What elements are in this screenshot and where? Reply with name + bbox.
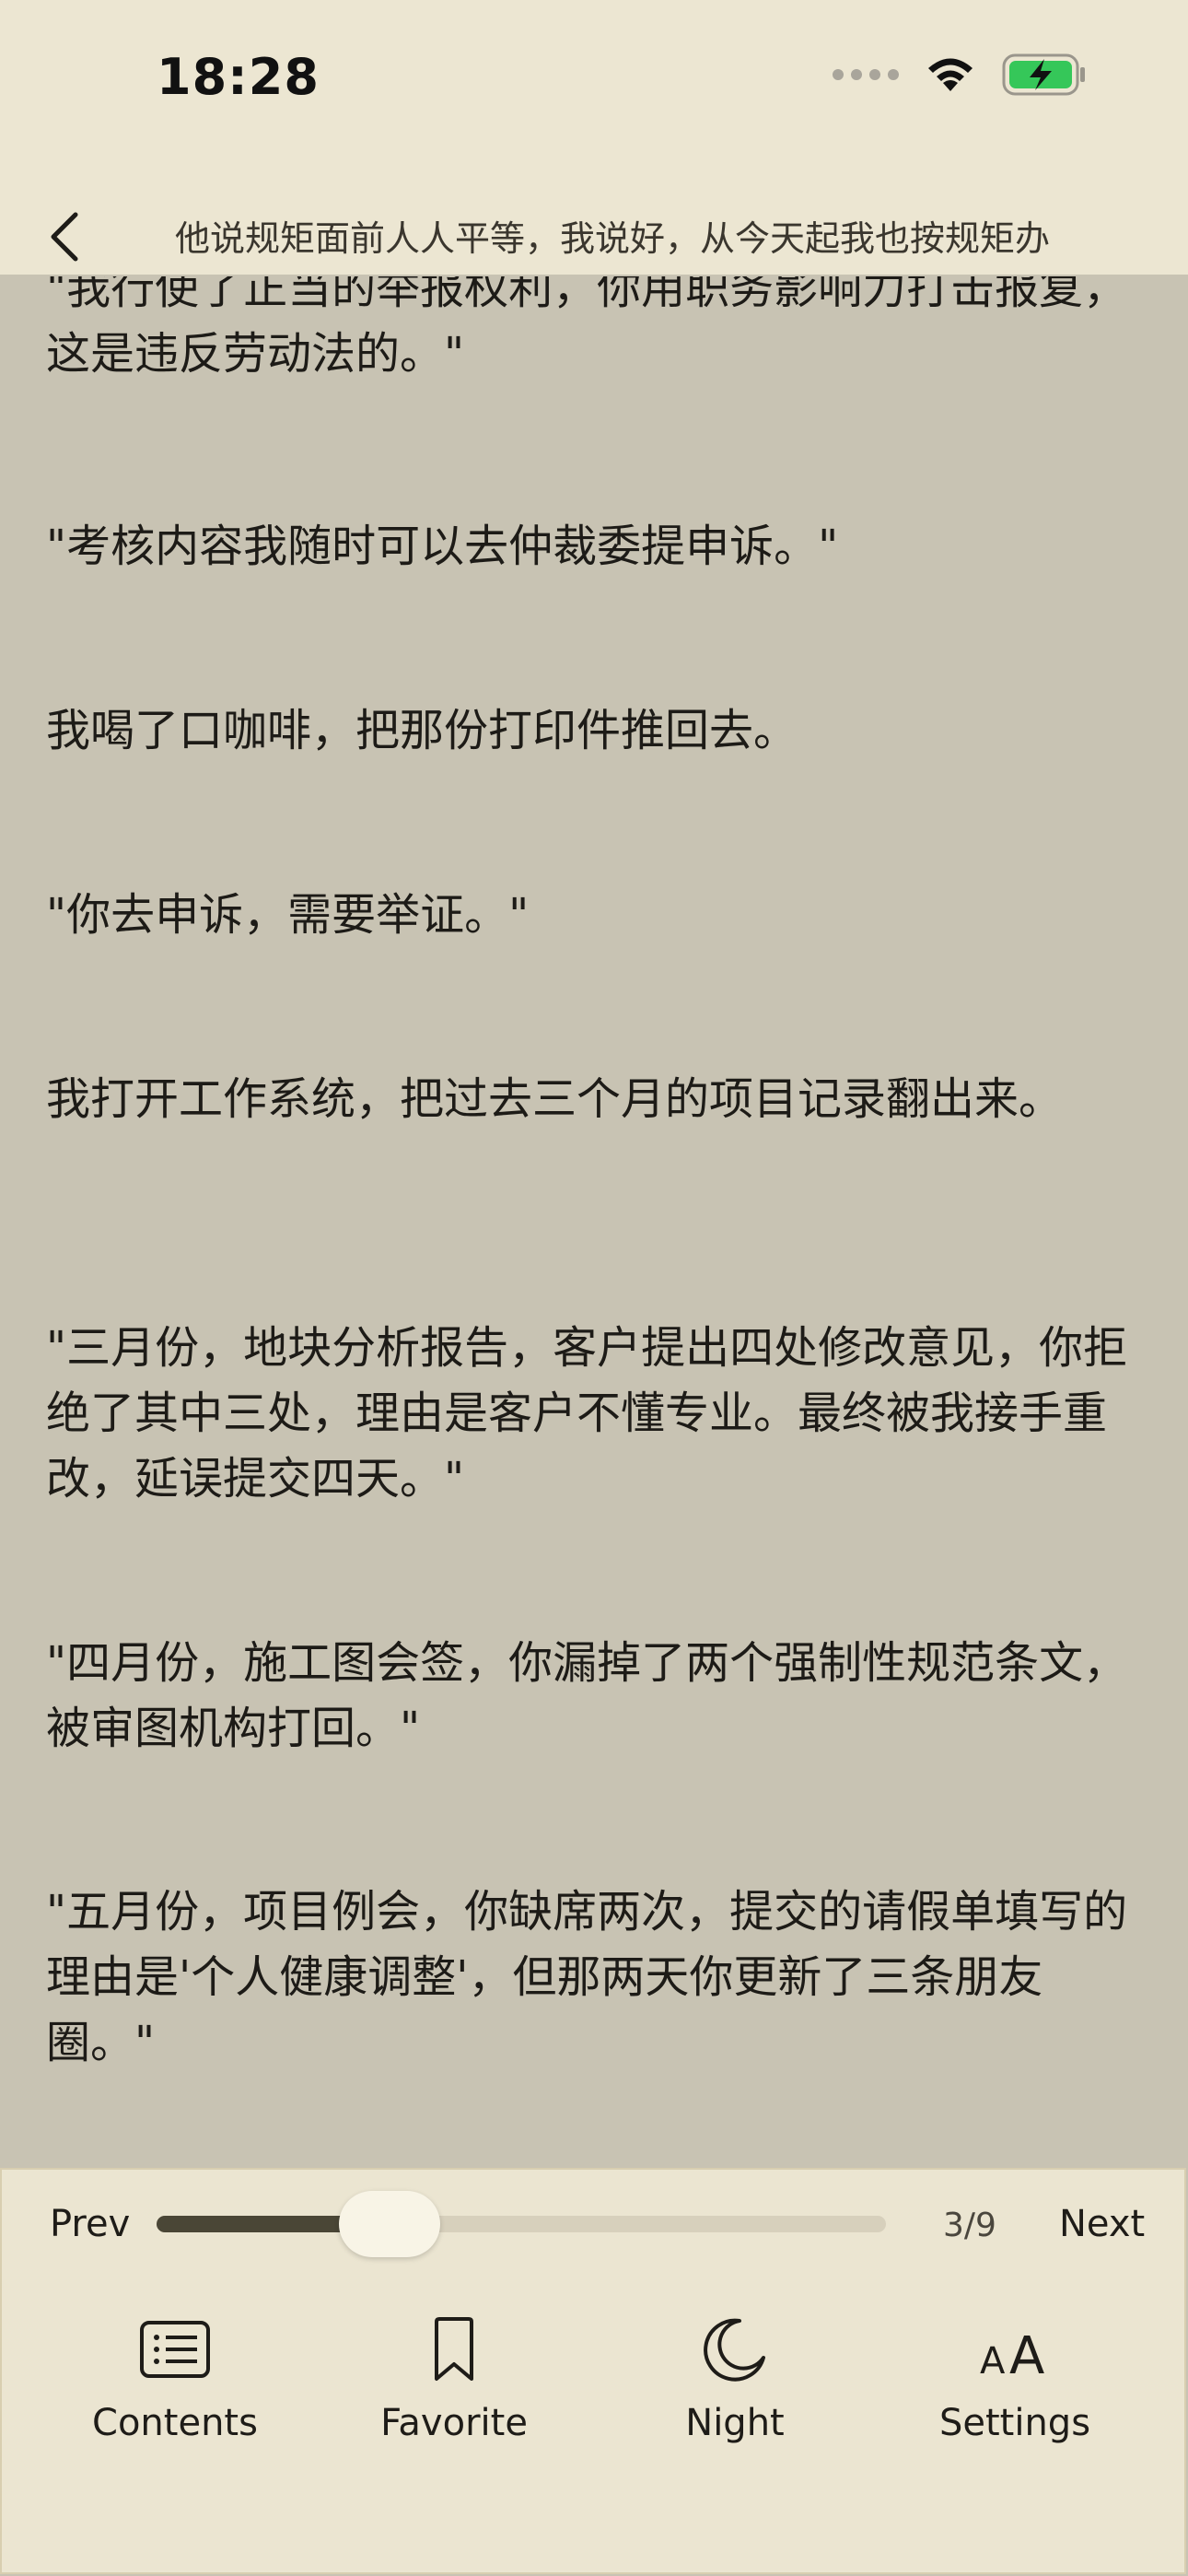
status-icons	[833, 53, 1087, 96]
svg-text:A: A	[980, 2340, 1006, 2377]
list-icon	[140, 2321, 210, 2378]
chevron-left-icon	[51, 212, 78, 262]
reader-control-panel: Prev 3/9 Next Contents Favorite Night A …	[0, 2168, 1186, 2574]
paragraph: "我行使了正当的举报权利，你用职务影响力打击报复，这是违反劳动法的。"	[46, 276, 1128, 380]
paragraph: 我打开工作系统，把过去三个月的项目记录翻出来。	[46, 1073, 1064, 1125]
night-label: Night	[685, 2402, 785, 2444]
status-time: 18:28	[157, 48, 320, 106]
settings-button[interactable]: A A Settings	[904, 2308, 1125, 2444]
progress-slider[interactable]	[157, 2191, 886, 2257]
top-bar: 18:28 他说规矩面前人人平等，我说好，从今天起我也按规矩办	[0, 0, 1188, 275]
moon-icon	[704, 2318, 765, 2382]
progress-thumb[interactable]	[339, 2191, 441, 2257]
prev-chapter-button[interactable]: Prev	[50, 2203, 130, 2245]
paragraph: "五月份，项目例会，你缺席两次，提交的请假单填写的理由是'个人健康调整'，但那两…	[46, 1886, 1128, 2068]
contents-button[interactable]: Contents	[64, 2308, 285, 2444]
next-chapter-button[interactable]: Next	[1059, 2203, 1145, 2245]
favorite-label: Favorite	[380, 2402, 528, 2444]
paragraph: "三月份，地块分析报告，客户提出四处修改意见，你拒绝了其中三处，理由是客户不懂专…	[46, 1322, 1128, 1505]
cellular-signal-icon	[833, 69, 899, 80]
bookmark-icon	[435, 2317, 473, 2381]
wifi-icon	[923, 54, 978, 95]
settings-label: Settings	[938, 2402, 1091, 2444]
page-indicator: 3/9	[943, 2207, 996, 2244]
chapter-title: 他说规矩面前人人平等，我说好，从今天起我也按规矩办	[175, 218, 1051, 259]
favorite-button[interactable]: Favorite	[344, 2308, 565, 2444]
font-size-icon: A A	[980, 2326, 1044, 2377]
night-mode-button[interactable]: Night	[624, 2308, 845, 2444]
back-button[interactable]	[37, 205, 92, 269]
battery-charging-icon	[1002, 53, 1087, 96]
paragraph: "你去申诉，需要举证。"	[46, 889, 530, 941]
paragraph: 我喝了口咖啡，把那份打印件推回去。	[46, 705, 798, 756]
reading-content[interactable]: "我行使了正当的举报权利，你用职务影响力打击报复，这是违反劳动法的。" "考核内…	[46, 276, 1142, 2165]
paragraph: "四月份，施工图会签，你漏掉了两个强制性规范条文，被审图机构打回。"	[46, 1637, 1128, 1754]
svg-text:A: A	[1009, 2326, 1044, 2377]
paragraph: "考核内容我随时可以去仲裁委提申诉。"	[46, 521, 839, 572]
contents-label: Contents	[92, 2402, 258, 2444]
